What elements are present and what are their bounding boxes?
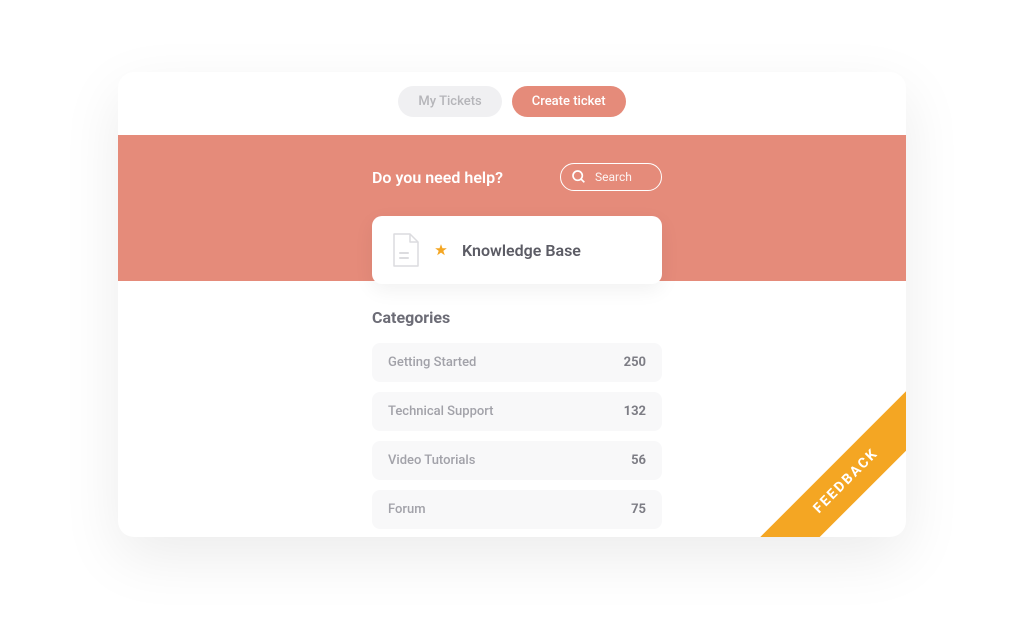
search-input[interactable] <box>595 170 645 184</box>
search-box[interactable] <box>560 163 662 191</box>
hero-title: Do you need help? <box>372 168 503 187</box>
category-count: 75 <box>631 502 646 517</box>
document-icon <box>390 232 420 268</box>
category-item-forum[interactable]: Forum 75 <box>372 490 662 529</box>
category-label: Technical Support <box>388 404 494 419</box>
category-label: Video Tutorials <box>388 453 475 468</box>
category-count: 132 <box>624 404 646 419</box>
create-ticket-button[interactable]: Create ticket <box>512 86 626 117</box>
my-tickets-button[interactable]: My Tickets <box>398 86 501 117</box>
category-label: Getting Started <box>388 355 476 370</box>
hero-content: Do you need help? <box>372 163 662 191</box>
knowledge-base-card[interactable]: Knowledge Base <box>372 216 662 284</box>
search-icon <box>571 169 587 185</box>
main-content: Knowledge Base Categories Getting Starte… <box>118 216 906 537</box>
star-icon <box>434 243 448 257</box>
category-item-getting-started[interactable]: Getting Started 250 <box>372 343 662 382</box>
category-count: 250 <box>624 355 646 370</box>
knowledge-base-title: Knowledge Base <box>462 241 581 260</box>
category-count: 56 <box>631 453 646 468</box>
category-item-video-tutorials[interactable]: Video Tutorials 56 <box>372 441 662 480</box>
categories-heading: Categories <box>372 308 662 327</box>
category-item-technical-support[interactable]: Technical Support 132 <box>372 392 662 431</box>
categories-section: Categories Getting Started 250 Technical… <box>372 308 662 529</box>
help-center-card: My Tickets Create ticket Do you need hel… <box>118 72 906 537</box>
category-label: Forum <box>388 502 426 517</box>
top-nav: My Tickets Create ticket <box>118 72 906 135</box>
